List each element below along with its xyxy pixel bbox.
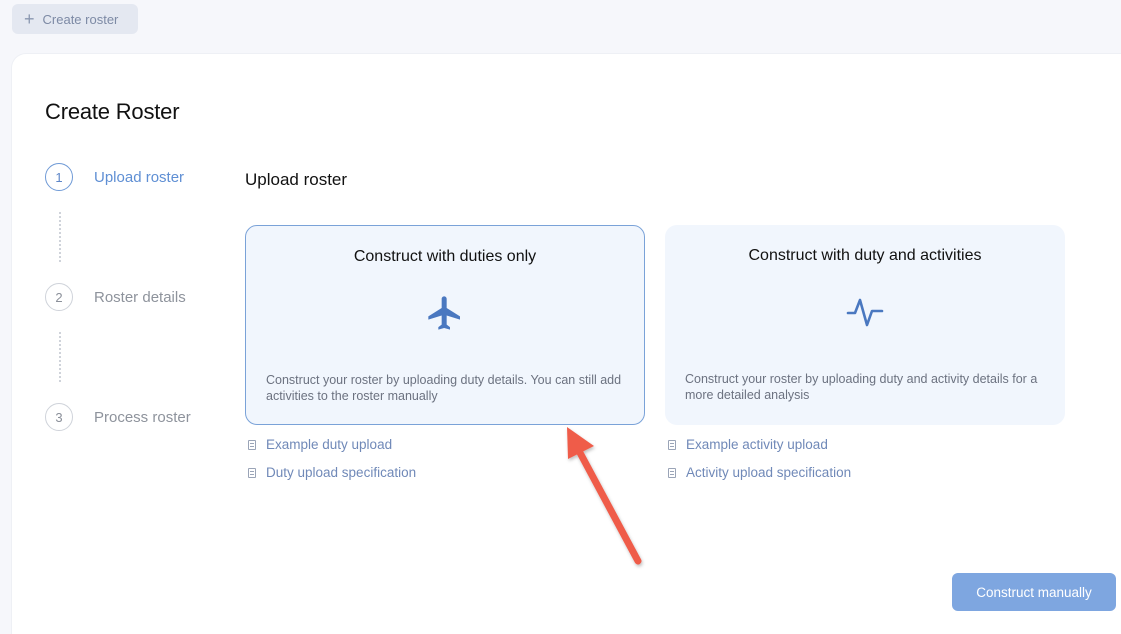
- duty-upload-specification-link[interactable]: Duty upload specification: [248, 465, 416, 480]
- section-title: Upload roster: [245, 170, 348, 189]
- step-upload-roster[interactable]: 1 Upload roster: [45, 163, 184, 191]
- create-roster-top-button[interactable]: + Create roster: [12, 4, 138, 34]
- step-process-roster[interactable]: 3 Process roster: [45, 403, 191, 431]
- card-description: Construct your roster by uploading duty …: [685, 372, 1038, 402]
- document-icon: [668, 467, 676, 478]
- link-label: Example duty upload: [266, 437, 393, 452]
- plus-icon: +: [24, 9, 35, 29]
- example-activity-upload-link[interactable]: Example activity upload: [668, 437, 828, 452]
- document-icon: [248, 439, 256, 450]
- airplane-icon: [428, 296, 460, 330]
- step-label: Roster details: [94, 288, 186, 306]
- link-label: Activity upload specification: [686, 465, 852, 480]
- create-roster-top-label: Create roster: [42, 11, 119, 27]
- activity-upload-specification-link[interactable]: Activity upload specification: [668, 465, 851, 480]
- link-label: Example activity upload: [686, 437, 828, 452]
- activity-pulse-icon: [846, 298, 884, 327]
- document-icon: [668, 439, 676, 450]
- link-label: Duty upload specification: [266, 465, 417, 480]
- step-label: Process roster: [94, 408, 191, 426]
- step-label: Upload roster: [94, 168, 185, 186]
- step-connector: [59, 332, 61, 382]
- step-roster-details[interactable]: 2 Roster details: [45, 283, 186, 311]
- document-icon: [248, 467, 256, 478]
- step-number: 2: [45, 283, 73, 311]
- card-title: Construct with duties only: [353, 248, 537, 265]
- construct-manually-button[interactable]: Construct manually: [952, 573, 1116, 611]
- card-description: Construct your roster by uploading duty …: [266, 373, 622, 403]
- step-connector: [59, 212, 61, 262]
- step-number: 3: [45, 403, 73, 431]
- example-duty-upload-link[interactable]: Example duty upload: [248, 437, 392, 452]
- card-title: Construct with duty and activities: [748, 247, 982, 264]
- step-number: 1: [45, 163, 73, 191]
- option-card-duties-only[interactable]: Construct with duties only Construct you…: [245, 225, 645, 425]
- page-title: Create Roster: [45, 99, 180, 124]
- option-card-duty-and-activities[interactable]: Construct with duty and activities Const…: [665, 225, 1065, 425]
